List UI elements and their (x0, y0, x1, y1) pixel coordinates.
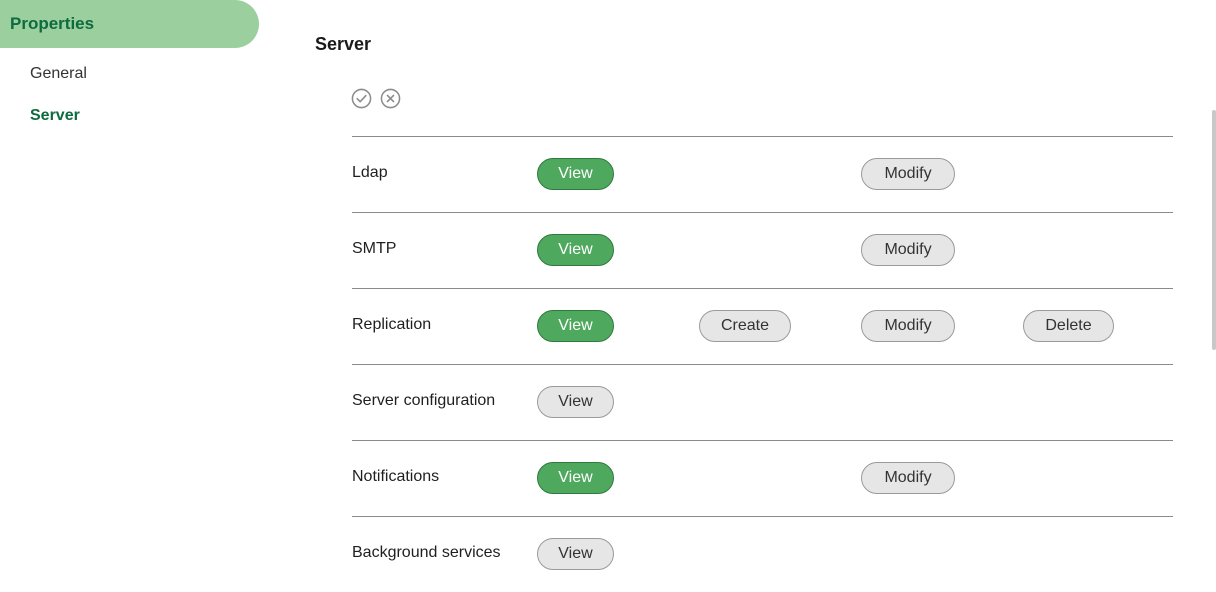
background-services-view-button[interactable]: View (537, 538, 614, 570)
ldap-view-button[interactable]: View (537, 158, 614, 190)
scrollbar[interactable] (1212, 110, 1216, 350)
permissions-table: Ldap View Modify SMTP View Modify Replic… (352, 136, 1173, 592)
check-circle-icon[interactable] (351, 88, 372, 109)
permission-row-ldap: Ldap View Modify (352, 136, 1173, 212)
replication-modify-button[interactable]: Modify (861, 310, 955, 342)
smtp-modify-button[interactable]: Modify (861, 234, 955, 266)
page-title: Server (315, 34, 372, 54)
row-label: Notifications (352, 468, 440, 485)
permission-row-replication: Replication View Create Modify Delete (352, 288, 1173, 364)
notifications-view-button[interactable]: View (537, 462, 614, 494)
sidebar: Properties General Server (0, 0, 290, 588)
close-circle-icon[interactable] (380, 88, 401, 109)
smtp-view-button[interactable]: View (537, 234, 614, 266)
replication-view-button[interactable]: View (537, 310, 614, 342)
row-label: Server configuration (352, 392, 496, 409)
sidebar-item-general[interactable]: General (30, 65, 87, 83)
ldap-modify-button[interactable]: Modify (861, 158, 955, 190)
permission-row-server-configuration: Server configuration View (352, 364, 1173, 440)
replication-create-button[interactable]: Create (699, 310, 791, 342)
permission-row-notifications: Notifications View Modify (352, 440, 1173, 516)
row-label: Ldap (352, 164, 388, 181)
permission-row-background-services: Background services View (352, 516, 1173, 592)
sidebar-item-server[interactable]: Server (30, 107, 80, 125)
row-label: Background services (352, 544, 501, 561)
notifications-modify-button[interactable]: Modify (861, 462, 955, 494)
row-label: SMTP (352, 240, 397, 257)
row-label: Replication (352, 316, 432, 333)
server-configuration-view-button[interactable]: View (537, 386, 614, 418)
permission-row-smtp: SMTP View Modify (352, 212, 1173, 288)
replication-delete-button[interactable]: Delete (1023, 310, 1114, 342)
sidebar-header-properties[interactable]: Properties (0, 0, 259, 48)
header-icons (351, 88, 401, 109)
